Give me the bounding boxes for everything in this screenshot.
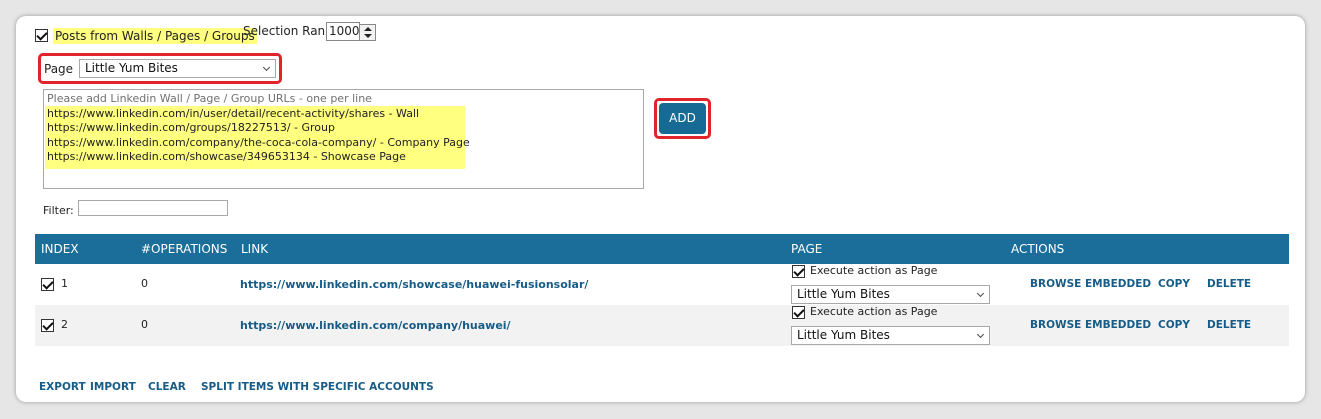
header-link: LINK — [241, 242, 269, 256]
row-index: 2 — [61, 318, 68, 331]
linkedin-posts-panel: Posts from Walls / Pages / Groups Select… — [16, 16, 1305, 402]
url-line: https://www.linkedin.com/groups/18227513… — [47, 121, 335, 134]
table-row: 1 0 https://www.linkedin.com/showcase/hu… — [35, 264, 1289, 305]
header-page: PAGE — [791, 242, 823, 256]
execute-as-page-checkbox[interactable] — [792, 265, 805, 278]
table-header: INDEX #OPERATIONS LINK PAGE ACTIONS — [35, 234, 1289, 264]
copy-button[interactable]: COPY — [1158, 319, 1190, 331]
row-checkbox[interactable] — [41, 278, 54, 291]
chevron-down-icon — [976, 289, 985, 298]
filter-label: Filter: — [43, 204, 74, 217]
browse-embedded-button[interactable]: BROWSE EMBEDDED — [1030, 319, 1151, 331]
posts-label: Posts from Walls / Pages / Groups — [53, 28, 257, 44]
execute-as-page-label: Execute action as Page — [810, 264, 938, 277]
row-checkbox[interactable] — [41, 319, 54, 332]
url-line: https://www.linkedin.com/showcase/349653… — [47, 150, 406, 163]
add-button[interactable]: ADD — [659, 103, 706, 134]
header-actions: ACTIONS — [1011, 242, 1065, 256]
row-link[interactable]: https://www.linkedin.com/company/huawei/ — [240, 319, 511, 332]
execute-as-page-label: Execute action as Page — [810, 305, 938, 318]
selection-rank-label: Selection Rank — [243, 24, 333, 38]
copy-button[interactable]: COPY — [1158, 278, 1190, 290]
row-page-select-value: Little Yum Bites — [797, 328, 890, 342]
posts-checkbox[interactable] — [35, 29, 48, 42]
urls-textarea[interactable]: Please add Linkedin Wall / Page / Group … — [43, 89, 644, 189]
row-operations: 0 — [141, 277, 148, 290]
split-items-button[interactable]: SPLIT ITEMS WITH SPECIFIC ACCOUNTS — [201, 381, 434, 393]
row-index: 1 — [61, 277, 68, 290]
table-row: 2 0 https://www.linkedin.com/company/hua… — [35, 305, 1289, 346]
row-link[interactable]: https://www.linkedin.com/showcase/huawei… — [240, 278, 588, 291]
header-index: INDEX — [41, 242, 79, 256]
selection-rank-stepper[interactable] — [359, 24, 376, 41]
url-line: https://www.linkedin.com/in/user/detail/… — [47, 107, 420, 120]
browse-embedded-button[interactable]: BROWSE EMBEDDED — [1030, 278, 1151, 290]
row-page-select[interactable]: Little Yum Bites — [791, 285, 990, 304]
page-select[interactable]: Little Yum Bites — [79, 59, 276, 78]
page-label: Page — [44, 62, 74, 76]
urls-placeholder: Please add Linkedin Wall / Page / Group … — [47, 92, 372, 105]
execute-as-page-checkbox[interactable] — [792, 306, 805, 319]
chevron-down-icon — [262, 63, 271, 72]
filter-input[interactable] — [78, 200, 228, 216]
row-page-select[interactable]: Little Yum Bites — [791, 326, 990, 345]
export-button[interactable]: EXPORT — [39, 381, 86, 393]
row-page-select-value: Little Yum Bites — [797, 287, 890, 301]
import-button[interactable]: IMPORT — [90, 381, 136, 393]
delete-button[interactable]: DELETE — [1207, 278, 1251, 290]
page-select-value: Little Yum Bites — [85, 61, 178, 75]
header-operations: #OPERATIONS — [141, 242, 228, 256]
delete-button[interactable]: DELETE — [1207, 319, 1251, 331]
url-line: https://www.linkedin.com/company/the-coc… — [47, 136, 470, 149]
row-operations: 0 — [141, 318, 148, 331]
chevron-down-icon — [976, 330, 985, 339]
clear-button[interactable]: CLEAR — [148, 381, 186, 393]
selection-rank-input[interactable]: 1000 — [326, 22, 360, 41]
